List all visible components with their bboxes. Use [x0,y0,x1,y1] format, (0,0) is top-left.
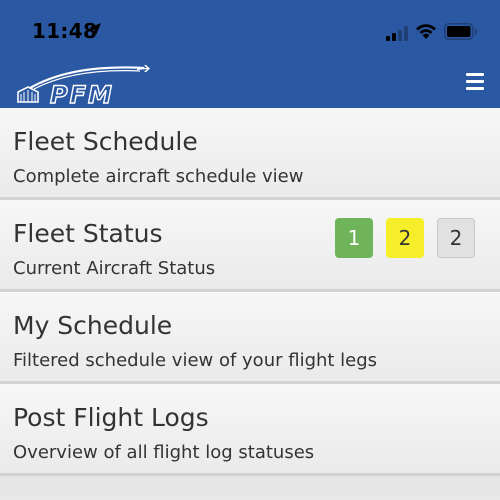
wifi-icon [416,24,436,39]
menu-item-fleet-schedule[interactable]: Fleet Schedule Complete aircraft schedul… [0,108,500,200]
hamburger-menu-icon[interactable] [466,73,484,90]
list-bottom-strip [0,476,500,496]
cell-signal-icon [386,26,408,41]
menu-item-subtitle: Filtered schedule view of your flight le… [13,350,378,371]
location-arrow-icon [89,23,101,35]
battery-icon [444,23,477,40]
menu-item-subtitle: Current Aircraft Status [13,258,216,279]
fleet-status-badges: 1 2 2 [335,218,475,258]
status-bar: 11:48 [0,0,500,60]
menu-item-my-schedule[interactable]: My Schedule Filtered schedule view of yo… [0,292,500,384]
status-badge-gray[interactable]: 2 [437,218,475,258]
status-badge-yellow[interactable]: 2 [386,218,424,258]
pfm-logo: PFM [17,65,150,106]
menu-item-title: Post Flight Logs [13,403,209,432]
menu-item-subtitle: Complete aircraft schedule view [13,166,304,187]
menu-item-title: Fleet Status [13,219,163,248]
menu-list: Fleet Schedule Complete aircraft schedul… [0,108,500,496]
menu-item-fleet-status[interactable]: Fleet Status Current Aircraft Status 1 2… [0,200,500,292]
status-badge-green[interactable]: 1 [335,218,373,258]
logo-text: PFM [50,81,114,106]
menu-item-title: Fleet Schedule [13,127,198,156]
menu-item-title: My Schedule [13,311,173,340]
menu-item-post-flight-logs[interactable]: Post Flight Logs Overview of all flight … [0,384,500,476]
menu-item-subtitle: Overview of all flight log statuses [13,442,315,463]
